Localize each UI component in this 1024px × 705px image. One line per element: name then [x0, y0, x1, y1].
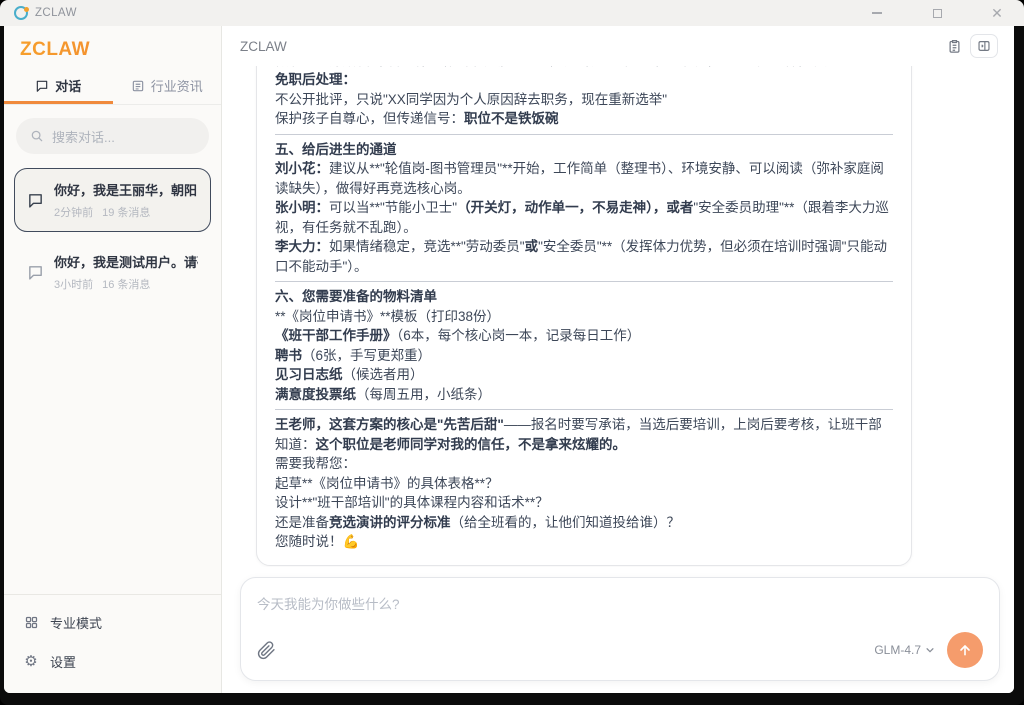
clipped-text-line: 做满一个月颁发"荣誉退休"（和平交接）、岗位轮换（换个新岗位）、弹劾下岗——分三… [275, 66, 893, 70]
window-title: ZCLAW [35, 7, 77, 19]
settings-button[interactable]: ⚙ 设置 [4, 642, 221, 681]
model-name: GLM-4.7 [874, 643, 921, 657]
main-header-title: ZCLAW [240, 39, 287, 54]
message-paragraph: 起草**《岗位申请书》的具体表格**？ [275, 474, 893, 494]
conversation-list: 你好，我是王丽华，朝阳区...2分钟前19 条消息你好，我是测试用户。请确...… [4, 160, 221, 312]
model-selector[interactable]: GLM-4.7 [874, 643, 935, 657]
message-divider [275, 281, 893, 282]
message-paragraph: 不公开批评，只说"XX同学因为个人原因辞去职务，现在重新选举" [275, 90, 893, 110]
app-screen: ZCLAW ✕ ZCLAW 对话 行业资讯 搜索对话.. [0, 0, 1024, 705]
sidebar-tabs: 对话 行业资讯 [4, 70, 221, 105]
conversation-item[interactable]: 你好，我是测试用户。请确... 3小时前16 条消息 [14, 240, 211, 304]
message-paragraph: 您随时说！💪 [275, 532, 893, 552]
message-paragraph: 六、您需要准备的物料清单 [275, 287, 893, 307]
message-paragraph: 见习日志纸（候选者用） [275, 365, 893, 385]
message-paragraph: 保护孩子自尊心，但传递信号：职位不是铁饭碗 [275, 109, 893, 129]
window-titlebar: ZCLAW ✕ [0, 0, 1024, 26]
message-paragraph: 聘书（6张，手写更郑重） [275, 346, 893, 366]
message-paragraph: 刘小花：建议从**"轮值岗-图书管理员"**开始，工作简单（整理书）、环境安静、… [275, 159, 893, 198]
conversation-meta: 3小时前16 条消息 [54, 276, 198, 292]
panel-icon [977, 39, 991, 53]
message-paragraph: 还是准备竞选演讲的评分标准（给全班看的，让他们知道投给谁）？ [275, 513, 893, 533]
message-paragraph: 满意度投票纸（每周五用，小纸条） [275, 385, 893, 405]
main-header: ZCLAW [222, 26, 1014, 66]
chat-bubble-icon [27, 192, 44, 209]
message-paragraph: 《班干部工作手册》（6本，每个核心岗一本，记录每日工作） [275, 326, 893, 346]
app-window: ZCLAW 对话 行业资讯 搜索对话... 你好，我是王丽华，朝阳区... 2分钟… [4, 26, 1014, 693]
chat-bubble-icon [35, 79, 49, 93]
search-input[interactable]: 搜索对话... [16, 118, 209, 154]
assistant-message: 做满一个月颁发"荣誉退休"（和平交接）、岗位轮换（换个新岗位）、弹劾下岗——分三… [256, 66, 912, 566]
paperclip-icon [257, 641, 276, 660]
message-paragraph: **《岗位申请书》**模板（打印38份） [275, 307, 893, 327]
tab-industry-news[interactable]: 行业资讯 [113, 70, 222, 104]
search-icon [30, 129, 44, 143]
grid-icon [23, 615, 39, 631]
sidebar: ZCLAW 对话 行业资讯 搜索对话... 你好，我是王丽华，朝阳区... 2分钟… [4, 26, 222, 693]
minimize-button[interactable] [870, 6, 884, 20]
conversation-meta: 2分钟前19 条消息 [54, 204, 198, 220]
main-panel: ZCLAW 做满一个月颁发"荣誉退休"（和平交接）、岗位轮换（换个新岗位）、弹劾… [222, 26, 1014, 693]
search-placeholder: 搜索对话... [52, 127, 115, 146]
pro-mode-button[interactable]: 专业模式 [4, 603, 221, 642]
tab-conversations[interactable]: 对话 [4, 70, 113, 104]
composer: 今天我能为你做些什么? GLM-4.7 [240, 577, 1000, 681]
chat-scroll-area[interactable]: 做满一个月颁发"荣誉退休"（和平交接）、岗位轮换（换个新岗位）、弹劾下岗——分三… [222, 66, 1014, 567]
conversation-title: 你好，我是测试用户。请确... [54, 252, 198, 271]
maximize-button[interactable] [930, 6, 944, 20]
message-paragraph: 王老师，这套方案的核心是"先苦后甜"——报名时要写承诺，当选后要培训，上岗后要考… [275, 415, 893, 454]
panel-toggle-button[interactable] [970, 34, 998, 58]
news-icon [131, 79, 145, 93]
attach-button[interactable] [257, 641, 276, 660]
sidebar-footer: 专业模式 ⚙ 设置 [4, 594, 221, 693]
brand-logo: ZCLAW [4, 26, 221, 70]
conversation-title: 你好，我是王丽华，朝阳区... [54, 180, 198, 199]
close-button[interactable]: ✕ [990, 6, 1004, 20]
message-input[interactable]: 今天我能为你做些什么? [257, 593, 983, 613]
message-divider [275, 134, 893, 135]
message-paragraph: 五、给后进生的通道 [275, 140, 893, 160]
message-paragraph: 设计**"班干部培训"的具体课程内容和话术**？ [275, 493, 893, 513]
message-divider [275, 409, 893, 410]
conversation-item[interactable]: 你好，我是王丽华，朝阳区... 2分钟前19 条消息 [14, 168, 211, 232]
notes-icon[interactable] [947, 39, 962, 54]
message-paragraph: 张小明：可以当**"节能小卫士"（开关灯，动作单一，不易走神），或者"安全委员助… [275, 198, 893, 237]
chat-bubble-icon [27, 264, 44, 281]
chevron-down-icon [925, 645, 935, 655]
gear-icon: ⚙ [23, 654, 39, 670]
message-paragraph: 免职后处理： [275, 70, 893, 90]
app-icon [14, 6, 28, 20]
message-paragraph: 需要我帮您： [275, 454, 893, 474]
send-button[interactable] [947, 632, 983, 668]
message-paragraph: 李大力：如果情绪稳定，竞选**"劳动委员"或"安全委员"**（发挥体力优势，但必… [275, 237, 893, 276]
arrow-up-icon [957, 642, 973, 658]
